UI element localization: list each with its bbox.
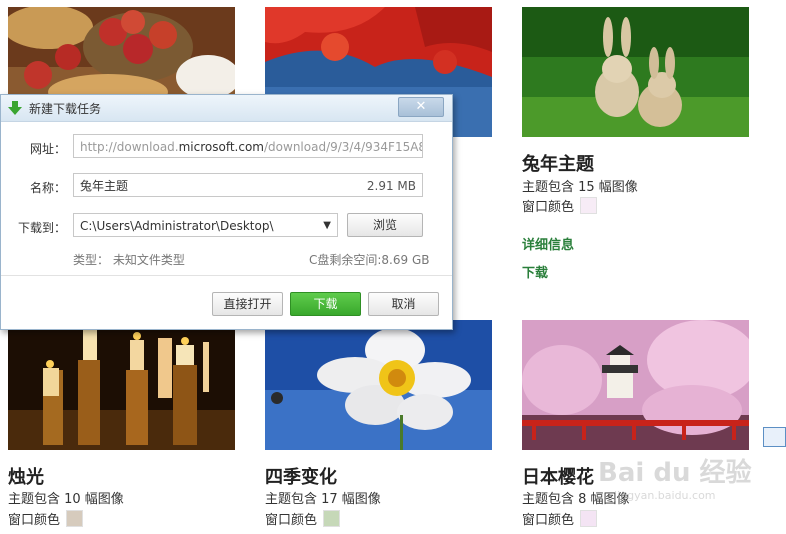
color-swatch — [580, 197, 598, 214]
destination-select[interactable]: C:\Users\Administrator\Desktop\ ▼ — [73, 213, 338, 237]
new-download-dialog: 新建下载任务 ✕ 网址： http://download.microsoft.c… — [0, 94, 453, 330]
theme-title-rabbit: 兔年主题 — [522, 154, 594, 175]
theme-count-rabbit: 主题包含 15 幅图像 — [522, 180, 638, 195]
name-label: 名称： — [29, 181, 66, 195]
file-size: 2.91 MB — [366, 179, 416, 193]
chevron-down-icon: ▼ — [323, 220, 331, 231]
name-field[interactable]: 兔年主题 2.91 MB — [73, 173, 423, 197]
url-label: 网址： — [29, 142, 66, 156]
dialog-title: 新建下载任务 — [29, 102, 102, 116]
thumbnail-flower[interactable] — [265, 320, 492, 450]
open-directly-button[interactable]: 直接打开 — [212, 292, 283, 316]
browse-button[interactable]: 浏览 — [347, 213, 423, 237]
url-suffix: /download/9/3/4/934F15A8 — [264, 140, 423, 154]
theme-count-seasons: 主题包含 17 幅图像 — [265, 492, 381, 507]
theme-color-row-seasons: 窗口颜色 — [265, 509, 341, 528]
file-type-text: 类型： 未知文件类型 — [73, 253, 185, 267]
free-space-text: C盘剩余空间:8.69 GB — [309, 253, 430, 267]
window-color-label: 窗口颜色 — [265, 513, 318, 528]
cancel-button[interactable]: 取消 — [368, 292, 439, 316]
window-color-label: 窗口颜色 — [8, 513, 61, 528]
url-domain: microsoft.com — [178, 140, 264, 154]
dialog-divider — [1, 275, 452, 276]
baidu-watermark: Bai du 经验 jingyan.baidu.com — [598, 452, 752, 502]
download-arrow-icon — [8, 101, 22, 115]
theme-color-row-candles: 窗口颜色 — [8, 509, 84, 528]
window-color-label: 窗口颜色 — [522, 513, 575, 528]
close-button[interactable]: ✕ — [398, 97, 444, 117]
theme-count-candles: 主题包含 10 幅图像 — [8, 492, 124, 507]
theme-title-candles: 烛光 — [8, 467, 44, 488]
side-toolbar-icon[interactable] — [763, 427, 786, 447]
watermark-sub: jingyan.baidu.com — [614, 489, 716, 502]
destination-value: C:\Users\Administrator\Desktop\ — [80, 219, 274, 233]
theme-title-sakura: 日本樱花 — [522, 467, 594, 488]
theme-color-row-rabbit: 窗口颜色 — [522, 196, 598, 215]
thumbnail-cherry-blossoms[interactable] — [522, 320, 749, 450]
color-swatch — [66, 510, 84, 527]
theme-color-row-sakura: 窗口颜色 — [522, 509, 598, 528]
name-value: 兔年主题 — [80, 179, 129, 193]
url-field[interactable]: http://download.microsoft.com/download/9… — [73, 134, 423, 158]
color-swatch — [580, 510, 598, 527]
close-icon: ✕ — [415, 99, 427, 114]
thumbnail-rabbits[interactable] — [522, 7, 749, 137]
window-color-label: 窗口颜色 — [522, 200, 575, 215]
color-swatch — [323, 510, 341, 527]
thumbnail-candles[interactable] — [8, 320, 235, 450]
dialog-titlebar[interactable]: 新建下载任务 ✕ — [1, 95, 452, 122]
details-link[interactable]: 详细信息 — [522, 234, 574, 253]
theme-title-seasons: 四季变化 — [265, 467, 337, 488]
url-prefix: http://download. — [80, 140, 179, 154]
destination-label: 下载到： — [17, 221, 66, 235]
watermark-main: Bai du 经验 — [598, 458, 752, 488]
download-button[interactable]: 下载 — [290, 292, 361, 316]
download-link[interactable]: 下载 — [522, 262, 548, 281]
